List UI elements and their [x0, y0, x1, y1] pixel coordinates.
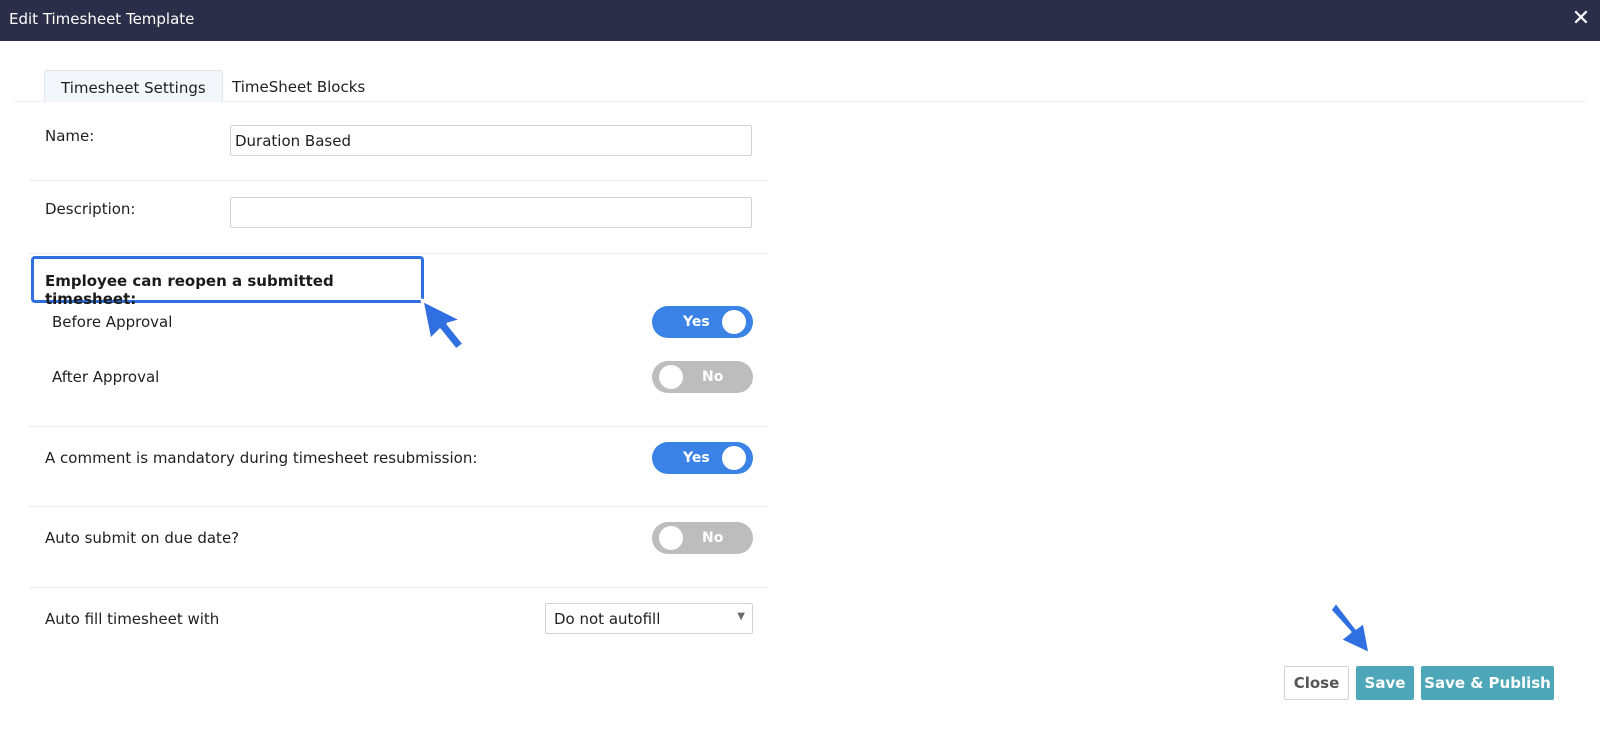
description-input[interactable]: [230, 197, 752, 228]
pointer-arrow-icon: [1328, 600, 1372, 656]
pointer-arrow-icon: [420, 298, 466, 352]
auto-fill-select[interactable]: Do not autofill ▼: [545, 603, 753, 634]
divider: [29, 587, 768, 588]
toggle-state: Yes: [683, 450, 710, 466]
tab-timesheet-blocks[interactable]: TimeSheet Blocks: [216, 70, 381, 102]
before-approval-toggle[interactable]: Yes: [652, 306, 753, 338]
reopen-heading-highlight: Employee can reopen a submitted timeshee…: [31, 256, 424, 308]
dialog-title: Edit Timesheet Template: [9, 10, 195, 28]
after-approval-label: After Approval: [52, 368, 160, 386]
toggle-knob: [659, 526, 683, 550]
auto-fill-selected-value: Do not autofill: [554, 610, 661, 628]
after-approval-toggle[interactable]: No: [652, 361, 753, 393]
divider: [29, 426, 768, 427]
close-button[interactable]: Close: [1284, 666, 1349, 700]
comment-mandatory-label: A comment is mandatory during timesheet …: [45, 449, 478, 467]
tab-timesheet-settings[interactable]: Timesheet Settings: [44, 70, 223, 102]
toggle-state: Yes: [683, 314, 710, 330]
toggle-knob: [722, 446, 746, 470]
comment-mandatory-toggle[interactable]: Yes: [652, 442, 753, 474]
close-icon[interactable]: ✕: [1570, 8, 1592, 30]
tab-bar: Timesheet Settings TimeSheet Blocks: [14, 70, 1586, 102]
toggle-state: No: [702, 369, 724, 385]
before-approval-label: Before Approval: [52, 313, 173, 331]
divider: [29, 506, 768, 507]
auto-fill-label: Auto fill timesheet with: [45, 610, 220, 628]
chevron-down-icon: ▼: [737, 611, 745, 622]
dialog-titlebar: Edit Timesheet Template ✕: [0, 0, 1600, 41]
toggle-knob: [722, 310, 746, 334]
auto-submit-toggle[interactable]: No: [652, 522, 753, 554]
reopen-heading: Employee can reopen a submitted timeshee…: [45, 272, 334, 308]
description-label: Description:: [45, 200, 136, 218]
name-input[interactable]: [230, 125, 752, 156]
divider: [29, 253, 768, 254]
divider: [29, 180, 768, 181]
auto-submit-label: Auto submit on due date?: [45, 529, 240, 547]
save-button[interactable]: Save: [1356, 666, 1414, 700]
save-publish-button[interactable]: Save & Publish: [1421, 666, 1554, 700]
toggle-knob: [659, 365, 683, 389]
name-label: Name:: [45, 127, 95, 145]
toggle-state: No: [702, 530, 724, 546]
